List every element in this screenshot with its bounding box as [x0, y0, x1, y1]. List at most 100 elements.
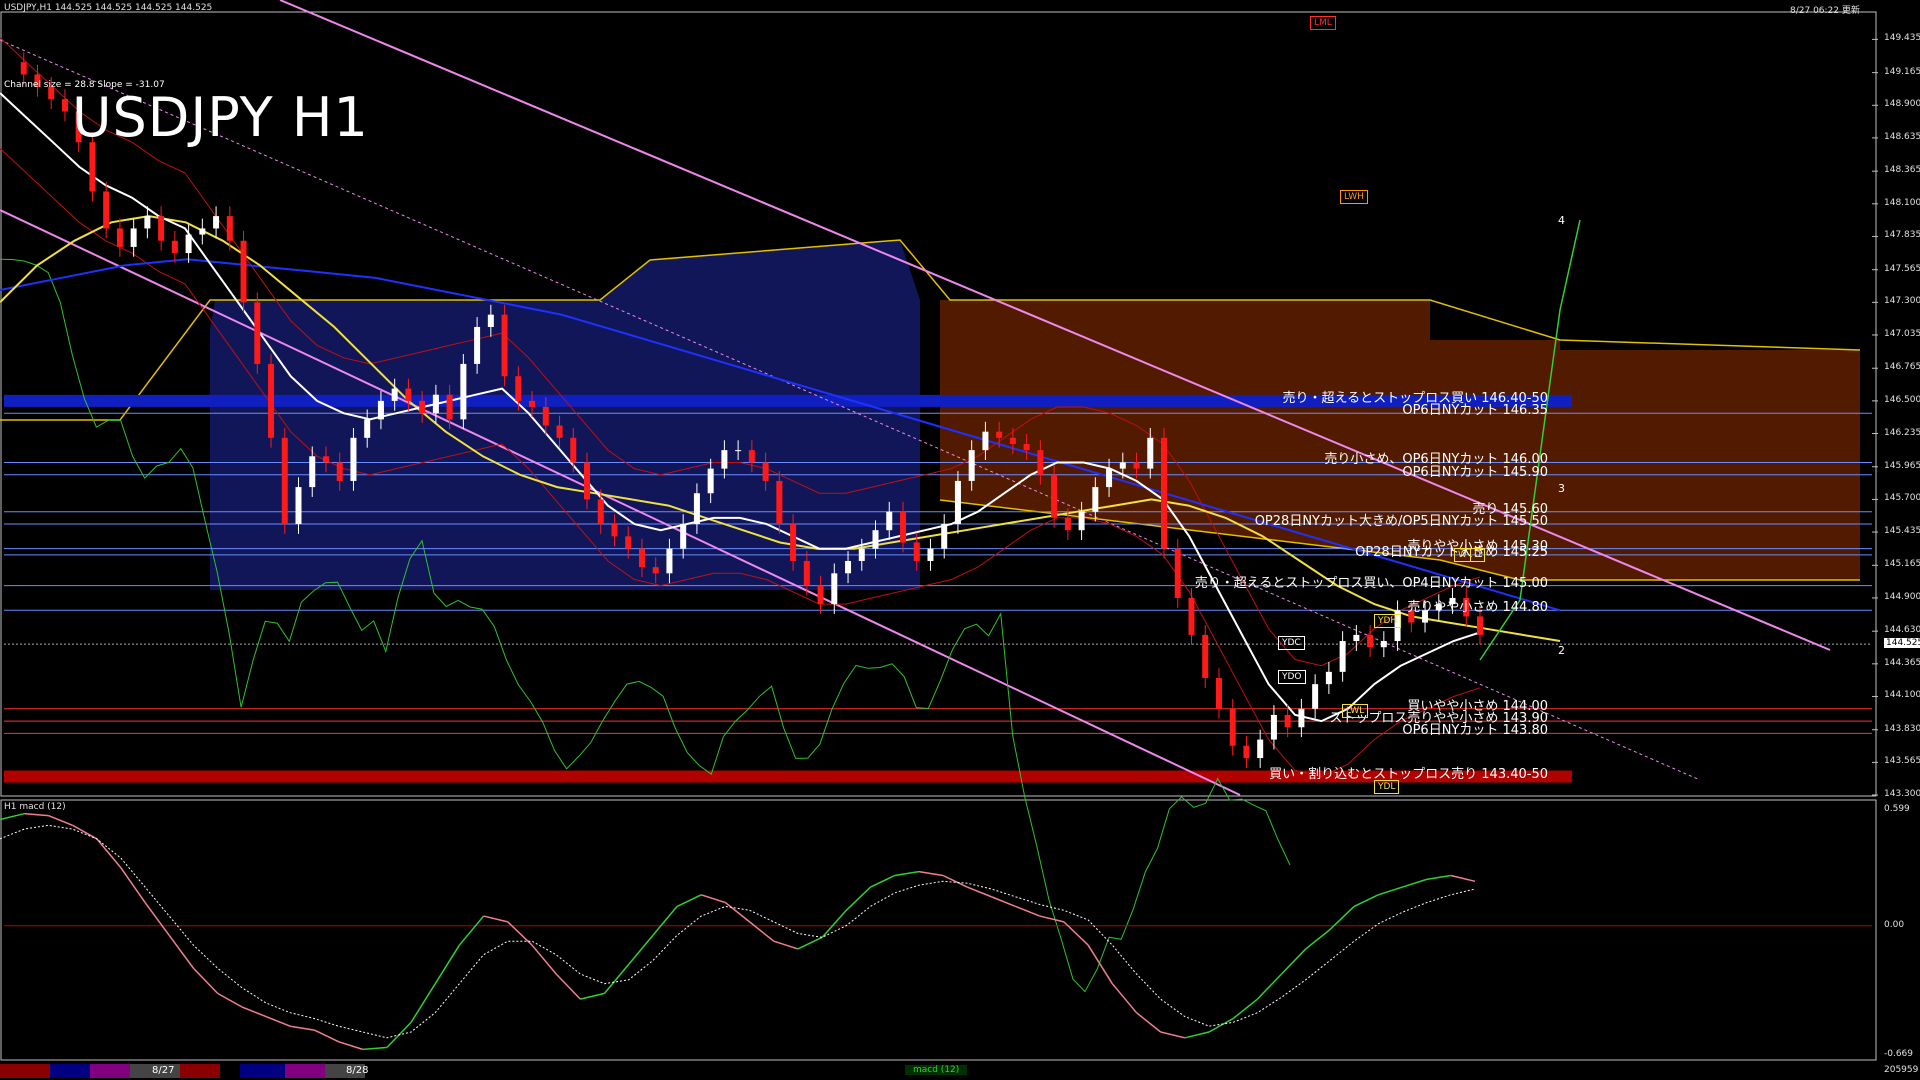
- candle-bull: [927, 548, 934, 561]
- wave-label-4: 4: [1558, 214, 1565, 227]
- session-bar-7: [285, 1064, 325, 1078]
- price-tick-label: 144.365: [1884, 657, 1920, 668]
- candle-bull: [680, 524, 687, 549]
- tag-d: D: [1470, 548, 1485, 562]
- candle-bull: [487, 314, 494, 327]
- candle-bull: [432, 394, 439, 414]
- candle-bull: [1119, 462, 1126, 469]
- candle-bear: [1243, 745, 1250, 759]
- candle-bear: [419, 400, 426, 414]
- price-tick-label: 146.765: [1884, 362, 1920, 373]
- candle-bear: [336, 462, 343, 481]
- candle-bull: [666, 548, 673, 574]
- candle-bear: [556, 425, 563, 438]
- session-bar-2: [50, 1064, 90, 1078]
- price-tick-label: 144.100: [1884, 690, 1920, 701]
- level-label-1: OP6日NYカット 146.35: [1402, 403, 1548, 419]
- candle-bear: [1229, 708, 1236, 746]
- candle-bull: [693, 493, 700, 525]
- candle-bear: [1161, 437, 1168, 549]
- candle-bull: [144, 216, 151, 229]
- level-label-5: OP28日NYカット大きめ/OP5日NYカット 145.50: [1254, 514, 1548, 530]
- candle-bull: [721, 450, 728, 469]
- price-tick-label: 147.835: [1884, 230, 1920, 241]
- price-tick-label: 149.165: [1884, 66, 1920, 77]
- candle-bull: [377, 400, 384, 420]
- tag-w: W: [1454, 548, 1471, 562]
- candle-bear: [103, 191, 110, 229]
- level-label-12: OP6日NYカット 143.80: [1402, 723, 1548, 739]
- indicator-tab[interactable]: macd (12): [905, 1065, 968, 1075]
- session-bar-1: [0, 1064, 50, 1078]
- candle-bear: [996, 431, 1003, 438]
- candle-bear: [501, 314, 508, 377]
- price-tick-label: 147.300: [1884, 296, 1920, 307]
- candle-bear: [1284, 714, 1291, 728]
- price-tick-label: 149.435: [1884, 33, 1920, 44]
- candle-bull: [1325, 671, 1332, 685]
- candle-bear: [542, 407, 549, 426]
- candle-bear: [240, 240, 247, 303]
- candle-bear: [1133, 462, 1140, 469]
- wave-label-2: 2: [1558, 644, 1565, 657]
- candle-bear: [89, 142, 96, 192]
- tag-ydc: YDC: [1278, 636, 1305, 650]
- candle-bull: [1353, 634, 1360, 642]
- candle-bear: [405, 388, 412, 401]
- candle-bear: [1009, 437, 1016, 444]
- level-label-13: 買い・割り込むとストップロス売り 143.40-50: [1269, 766, 1548, 782]
- tag-lwh: LWH: [1340, 190, 1368, 204]
- price-tick-label: 146.235: [1884, 427, 1920, 438]
- wave-label-3: 3: [1558, 482, 1565, 495]
- candle-bull: [1092, 487, 1099, 512]
- session-bar-5: [180, 1064, 220, 1078]
- price-tick-label: 146.500: [1884, 394, 1920, 405]
- candle-bull: [886, 511, 893, 531]
- update-time: 8/27 06:22 更新: [1790, 6, 1860, 16]
- candle-bull: [858, 548, 865, 561]
- chart-canvas: [0, 0, 1920, 1080]
- candle-bear: [1051, 474, 1058, 518]
- price-tick-label: 144.900: [1884, 591, 1920, 602]
- candle-bear: [1064, 517, 1071, 531]
- candle-bear: [116, 228, 123, 247]
- candle-bear: [158, 216, 165, 241]
- candle-bull: [130, 228, 137, 247]
- candle-bear: [1188, 597, 1195, 635]
- date-label-2: 8/28: [346, 1065, 369, 1076]
- candle-bull: [1270, 714, 1277, 740]
- candle-bull: [474, 326, 481, 364]
- candle-bear: [899, 511, 906, 543]
- candle-bull: [185, 234, 192, 254]
- candle-bear: [322, 456, 329, 463]
- tag-ydh: YDH: [1374, 614, 1402, 628]
- candle-bear: [529, 400, 536, 408]
- level-label-7: OP28日NYカット大きめ 145.25: [1355, 544, 1548, 560]
- price-tick-label: 144.630: [1884, 625, 1920, 636]
- candle-bear: [1037, 450, 1044, 475]
- candle-bull: [460, 363, 467, 420]
- session-bar-3: [90, 1064, 130, 1078]
- candle-bull: [350, 437, 357, 481]
- price-tick-label: 145.965: [1884, 460, 1920, 471]
- candle-bull: [309, 456, 316, 488]
- candle-bull: [968, 450, 975, 481]
- candle-bull: [831, 573, 838, 605]
- tag-lwl: LWL: [1342, 704, 1369, 718]
- price-tick-label: 148.100: [1884, 197, 1920, 208]
- candle-bear: [515, 376, 522, 401]
- candle-bull: [295, 487, 302, 525]
- level-label-9: 売りやや小さめ 144.80: [1407, 600, 1548, 616]
- candle-bear: [226, 216, 233, 241]
- candle-bull: [735, 450, 742, 452]
- price-tick-label: 148.900: [1884, 99, 1920, 110]
- candle-bull: [845, 560, 852, 574]
- candle-bear: [597, 499, 604, 525]
- price-tick-label: 148.635: [1884, 131, 1920, 142]
- candle-bull: [941, 524, 948, 549]
- date-label-1: 8/27: [152, 1065, 175, 1076]
- tag-ydl: YDL: [1374, 780, 1400, 794]
- candle-bear: [748, 450, 755, 463]
- candle-bear: [570, 437, 577, 463]
- candle-bear: [281, 437, 288, 525]
